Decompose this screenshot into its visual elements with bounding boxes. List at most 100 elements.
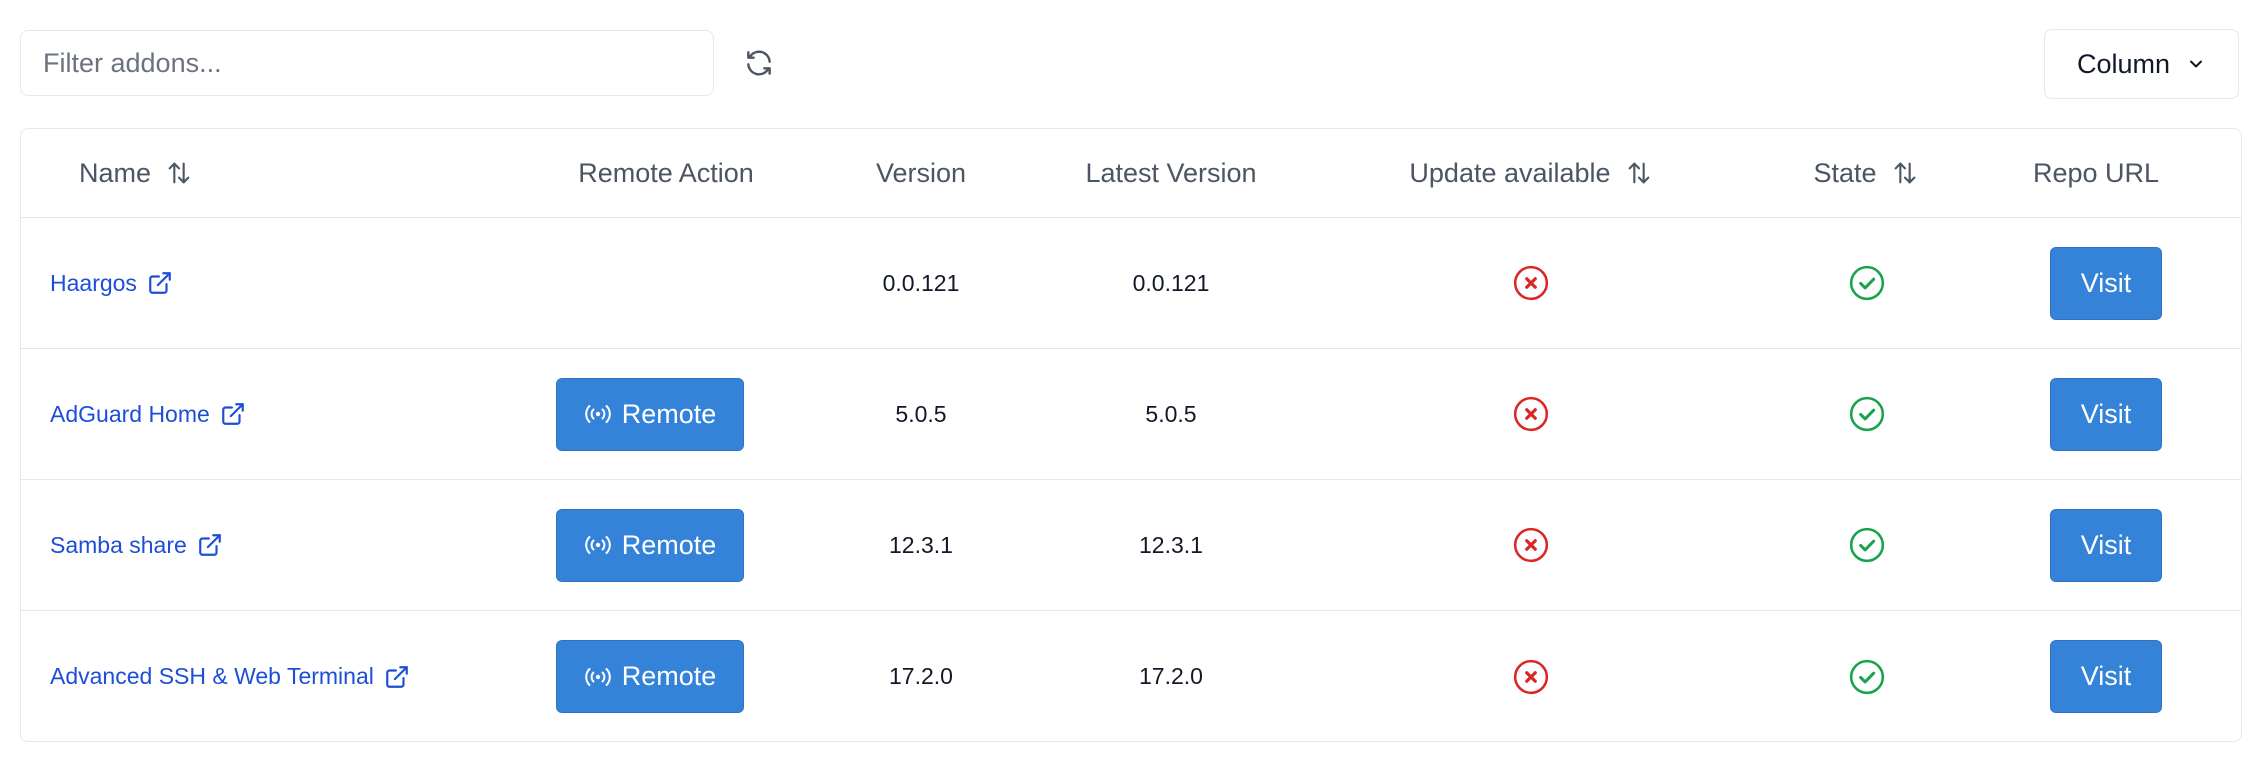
state-cell bbox=[1827, 480, 1907, 610]
external-link-icon bbox=[147, 270, 173, 296]
latest-version-value: 12.3.1 bbox=[1139, 531, 1203, 558]
latest-version-cell: 0.0.121 bbox=[1051, 218, 1291, 348]
update-available-cell bbox=[1491, 218, 1571, 348]
repo-url-cell: Visit bbox=[2050, 480, 2162, 610]
table-row: Haargos 0.0.121 0.0.121 Visit bbox=[21, 218, 2241, 349]
x-circle-icon bbox=[1512, 526, 1550, 564]
remote-action-cell: Remote bbox=[556, 611, 744, 741]
check-circle-icon bbox=[1848, 264, 1886, 302]
latest-version-cell: 5.0.5 bbox=[1051, 349, 1291, 479]
header-latest-version: Latest Version bbox=[1051, 129, 1291, 217]
latest-version-value: 17.2.0 bbox=[1139, 663, 1203, 689]
repo-url-cell: Visit bbox=[2050, 218, 2162, 348]
external-link-icon bbox=[220, 401, 246, 427]
header-repo-url-label: Repo URL bbox=[2032, 157, 2160, 188]
visit-button-label: Visit bbox=[2080, 398, 2132, 429]
version-cell: 0.0.121 bbox=[841, 218, 1001, 348]
visit-button-label: Visit bbox=[2080, 267, 2132, 298]
column-label: Column bbox=[2076, 48, 2171, 79]
x-circle-icon bbox=[1512, 658, 1550, 696]
header-state[interactable]: State bbox=[1801, 129, 1931, 217]
broadcast-icon bbox=[584, 666, 612, 688]
addon-name-link[interactable]: AdGuard Home bbox=[50, 401, 246, 428]
addon-name: Advanced SSH & Web Terminal bbox=[50, 663, 374, 689]
check-circle-icon bbox=[1848, 526, 1886, 564]
version-cell: 5.0.5 bbox=[841, 349, 1001, 479]
visit-button-label: Visit bbox=[2080, 661, 2132, 691]
external-link-icon bbox=[197, 532, 223, 558]
version-value: 17.2.0 bbox=[889, 663, 953, 689]
sort-icon[interactable] bbox=[1625, 159, 1653, 187]
state-cell bbox=[1827, 349, 1907, 479]
state-cell bbox=[1827, 218, 1907, 348]
refresh-button[interactable] bbox=[740, 44, 778, 82]
table-row: Samba share Remote 12.3.1 12.3.1 Visit bbox=[21, 480, 2241, 611]
header-state-label: State bbox=[1813, 157, 1877, 188]
remote-action-cell: Remote bbox=[556, 480, 744, 610]
name-cell: AdGuard Home bbox=[50, 349, 246, 479]
sort-icon[interactable] bbox=[1891, 159, 1919, 187]
addon-name-link[interactable]: Samba share bbox=[50, 532, 223, 559]
toolbar: Column bbox=[0, 0, 2264, 130]
name-cell: Haargos bbox=[50, 218, 173, 348]
addon-name-link[interactable]: Advanced SSH & Web Terminal bbox=[50, 663, 410, 690]
remote-button-label: Remote bbox=[621, 661, 717, 691]
table-header-row: Name Remote Action Version Latest Versio… bbox=[21, 129, 2241, 218]
visit-button[interactable]: Visit bbox=[2050, 377, 2162, 451]
repo-url-cell: Visit bbox=[2050, 349, 2162, 479]
visit-button-label: Visit bbox=[2080, 529, 2132, 560]
addon-name: Samba share bbox=[50, 531, 187, 558]
update-available-cell bbox=[1491, 480, 1571, 610]
visit-button[interactable]: Visit bbox=[2050, 640, 2162, 713]
header-remote-action-label: Remote Action bbox=[578, 157, 754, 188]
check-circle-icon bbox=[1848, 395, 1886, 433]
x-circle-icon bbox=[1512, 395, 1550, 433]
table-row: Advanced SSH & Web Terminal Remote 17.2.0 1… bbox=[21, 611, 2241, 741]
header-name-label: Name bbox=[79, 157, 152, 188]
remote-button[interactable]: Remote bbox=[556, 508, 744, 582]
remote-button-label: Remote bbox=[621, 398, 717, 429]
external-link-icon bbox=[384, 664, 410, 690]
visit-button[interactable]: Visit bbox=[2050, 246, 2162, 320]
remote-button[interactable]: Remote bbox=[556, 640, 744, 713]
addons-table: Name Remote Action Version Latest Versio… bbox=[20, 128, 2242, 742]
name-cell: Samba share bbox=[50, 480, 223, 610]
x-circle-icon bbox=[1512, 264, 1550, 302]
version-cell: 12.3.1 bbox=[841, 480, 1001, 610]
chevron-down-icon bbox=[2186, 54, 2206, 74]
header-latest-version-label: Latest Version bbox=[1085, 157, 1257, 188]
column-dropdown-button[interactable]: Column bbox=[2044, 29, 2239, 99]
remote-button-label: Remote bbox=[621, 529, 717, 560]
remote-button[interactable]: Remote bbox=[556, 377, 744, 451]
version-cell: 17.2.0 bbox=[841, 611, 1001, 741]
header-name[interactable]: Name bbox=[79, 129, 193, 217]
broadcast-icon bbox=[584, 403, 612, 425]
header-remote-action: Remote Action bbox=[541, 129, 791, 217]
check-circle-icon bbox=[1848, 658, 1886, 696]
header-update-available-label: Update available bbox=[1409, 157, 1611, 188]
filter-addons-input[interactable] bbox=[20, 30, 714, 96]
latest-version-value: 5.0.5 bbox=[1145, 400, 1197, 427]
visit-button[interactable]: Visit bbox=[2050, 508, 2162, 582]
state-cell bbox=[1827, 611, 1907, 741]
addon-name: AdGuard Home bbox=[50, 400, 210, 427]
latest-version-cell: 17.2.0 bbox=[1051, 611, 1291, 741]
header-update-available[interactable]: Update available bbox=[1381, 129, 1681, 217]
update-available-cell bbox=[1491, 349, 1571, 479]
addon-name-link[interactable]: Haargos bbox=[50, 270, 173, 297]
sort-icon[interactable] bbox=[165, 159, 193, 187]
table-row: AdGuard Home Remote 5.0.5 5.0.5 Visit bbox=[21, 349, 2241, 480]
name-cell: Advanced SSH & Web Terminal bbox=[50, 611, 410, 741]
remote-action-cell: Remote bbox=[556, 349, 744, 479]
header-version-label: Version bbox=[875, 157, 967, 188]
header-version: Version bbox=[841, 129, 1001, 217]
repo-url-cell: Visit bbox=[2050, 611, 2162, 741]
broadcast-icon bbox=[584, 534, 612, 556]
header-repo-url: Repo URL bbox=[2021, 129, 2171, 217]
version-value: 12.3.1 bbox=[889, 531, 953, 558]
latest-version-cell: 12.3.1 bbox=[1051, 480, 1291, 610]
update-available-cell bbox=[1491, 611, 1571, 741]
latest-version-value: 0.0.121 bbox=[1132, 269, 1210, 296]
refresh-icon bbox=[743, 47, 775, 79]
version-value: 5.0.5 bbox=[895, 400, 947, 427]
